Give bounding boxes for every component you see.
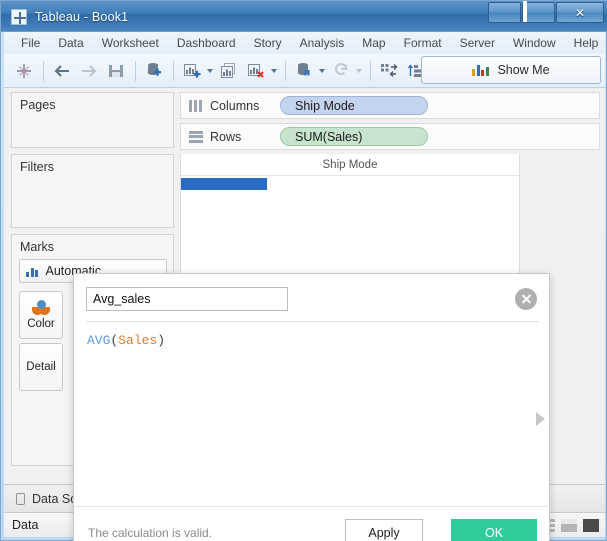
filters-card[interactable]: Filters: [11, 154, 174, 228]
menu-item-server[interactable]: Server: [451, 34, 504, 52]
menu-item-dashboard[interactable]: Dashboard: [168, 34, 245, 52]
apply-button[interactable]: Apply: [345, 519, 423, 541]
ok-button[interactable]: OK: [451, 519, 537, 541]
marks-title: Marks: [20, 240, 55, 254]
menu-item-window[interactable]: Window: [504, 34, 565, 52]
new-worksheet-dropdown-caret[interactable]: [207, 68, 213, 73]
maximize-button[interactable]: [522, 1, 555, 23]
marks-color-button[interactable]: Color: [19, 291, 63, 339]
menu-item-story[interactable]: Story: [245, 34, 291, 52]
toolbar: Show Me: [4, 54, 605, 88]
clear-sheet-dropdown-caret[interactable]: [271, 68, 277, 73]
show-me-label: Show Me: [497, 63, 550, 77]
view-half-icon[interactable]: [561, 518, 577, 532]
viz-bar-mark[interactable]: [181, 178, 267, 190]
bar-chart-icon: [472, 64, 490, 76]
rows-pill-sum-sales[interactable]: SUM(Sales): [280, 127, 428, 146]
duplicate-sheet-icon[interactable]: [216, 58, 242, 84]
window-controls: ✕: [487, 1, 604, 23]
rows-icon: [189, 130, 203, 143]
tableau-window: Tableau - Book1 ✕ File Data Worksheet Da…: [0, 0, 607, 541]
close-circle-icon[interactable]: [515, 288, 537, 310]
toolbar-separator: [173, 60, 174, 81]
new-worksheet-icon[interactable]: [179, 58, 205, 84]
toolbar-separator: [370, 60, 371, 81]
rows-shelf[interactable]: Rows SUM(Sales): [180, 123, 600, 150]
back-arrow-icon[interactable]: [49, 58, 75, 84]
filters-title: Filters: [20, 160, 55, 174]
color-palette-icon: [32, 300, 50, 316]
calculated-field-dialog: AVG(Sales) The calculation is valid. App…: [73, 273, 551, 541]
columns-shelf-label: Columns: [210, 98, 260, 113]
forward-arrow-icon[interactable]: [76, 58, 102, 84]
pages-card[interactable]: Pages: [11, 92, 174, 148]
menu-item-map[interactable]: Map: [353, 34, 394, 52]
tableau-logo-icon: [11, 9, 27, 25]
pause-dropdown-caret[interactable]: [356, 68, 362, 73]
bar-mark-icon: [26, 266, 40, 277]
minimize-button[interactable]: [488, 2, 521, 23]
dialog-divider: [86, 321, 539, 322]
new-data-source-icon[interactable]: [141, 58, 167, 84]
close-icon: ✕: [574, 5, 586, 20]
refresh-data-source-icon[interactable]: [291, 58, 317, 84]
menu-item-file[interactable]: File: [12, 34, 49, 52]
toolbar-separator: [43, 60, 44, 81]
title-bar: Tableau - Book1 ✕: [1, 1, 607, 32]
maximize-icon: [523, 1, 527, 22]
expand-right-arrow-icon[interactable]: [536, 412, 545, 426]
columns-icon: [189, 99, 203, 112]
clear-sheet-icon[interactable]: [243, 58, 269, 84]
formula-close-paren: ): [157, 333, 166, 348]
marks-color-label: Color: [27, 318, 55, 330]
tableau-home-icon[interactable]: [11, 58, 37, 84]
window-title: Tableau - Book1: [35, 10, 129, 24]
show-me-button[interactable]: Show Me: [421, 56, 601, 84]
rows-shelf-label: Rows: [210, 129, 242, 144]
menu-item-data[interactable]: Data: [49, 34, 92, 52]
toolbar-separator: [135, 60, 136, 81]
formula-function-token: AVG: [87, 333, 111, 348]
refresh-dropdown-caret[interactable]: [319, 68, 325, 73]
calculation-name-wrap: [86, 287, 288, 311]
calculation-formula-editor[interactable]: AVG(Sales): [87, 332, 519, 512]
columns-pill-ship-mode[interactable]: Ship Mode: [280, 96, 428, 115]
menu-item-analysis[interactable]: Analysis: [291, 34, 354, 52]
viz-column-header: Ship Mode: [181, 154, 519, 176]
calculation-name-input[interactable]: [86, 287, 288, 311]
menu-bar: File Data Worksheet Dashboard Story Anal…: [4, 32, 605, 54]
pause-auto-update-icon[interactable]: [328, 58, 354, 84]
pages-title: Pages: [20, 98, 56, 112]
close-button[interactable]: ✕: [556, 2, 604, 23]
save-icon[interactable]: [103, 58, 129, 84]
formula-field-token: Sales: [118, 333, 158, 348]
menu-item-help[interactable]: Help: [565, 34, 607, 52]
calculation-status-text: The calculation is valid.: [88, 526, 213, 540]
data-source-icon: [16, 492, 25, 505]
work-area: Pages Filters Marks Automatic Color Deta…: [4, 88, 605, 541]
view-solid-icon[interactable]: [583, 518, 599, 532]
dialog-footer: The calculation is valid. Apply OK: [74, 506, 551, 541]
marks-detail-button[interactable]: Detail: [19, 343, 63, 391]
swap-rows-columns-icon[interactable]: [376, 58, 402, 84]
data-pane-label: Data: [12, 518, 39, 532]
toolbar-separator: [285, 60, 286, 81]
columns-shelf[interactable]: Columns Ship Mode: [180, 92, 600, 119]
menu-item-format[interactable]: Format: [395, 34, 451, 52]
menu-item-worksheet[interactable]: Worksheet: [93, 34, 168, 52]
marks-detail-label: Detail: [26, 361, 56, 373]
